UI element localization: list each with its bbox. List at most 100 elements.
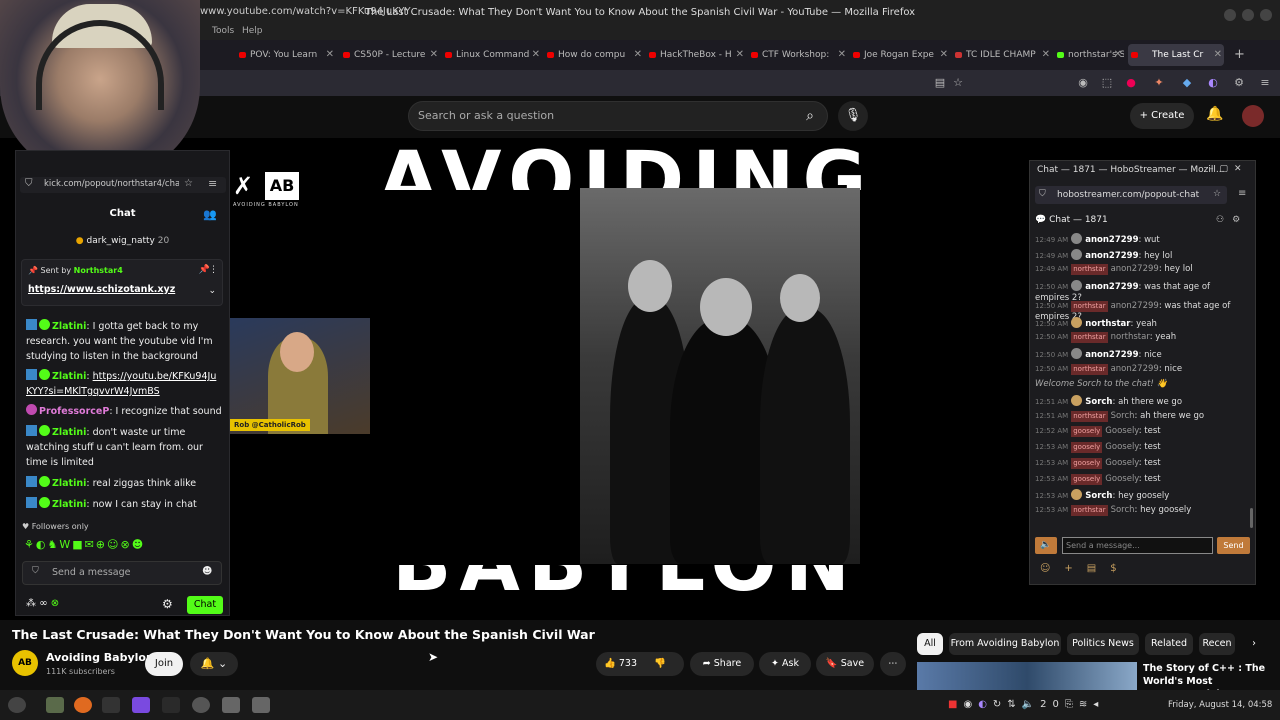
- hobo-relay-user[interactable]: anon27299: [1111, 264, 1159, 274]
- new-tab-button[interactable]: +: [1230, 44, 1250, 66]
- chip-related[interactable]: Related: [1145, 633, 1193, 655]
- dislike-button[interactable]: 👎: [654, 658, 666, 669]
- url-text[interactable]: www.youtube.com/watch?v=KFKu94JuKYY: [200, 6, 411, 17]
- users-icon[interactable]: 👥: [203, 208, 217, 221]
- kick-tools[interactable]: ⁂ ∞ ⊗: [26, 598, 59, 609]
- close-tab-icon[interactable]: ✕: [736, 44, 744, 66]
- hobo-relay-user[interactable]: anon27299: [1111, 301, 1159, 311]
- subscribe-bell-button[interactable]: 🔔 ⌄: [190, 652, 238, 676]
- hobo-username[interactable]: Sorch: [1085, 491, 1112, 501]
- save-button[interactable]: 🔖 Save: [816, 652, 874, 676]
- close-tab-icon[interactable]: ✕: [940, 44, 948, 66]
- maximize-button[interactable]: [1242, 9, 1254, 21]
- obs-icon[interactable]: [192, 697, 210, 713]
- recommendation-title[interactable]: The Story of C++ : The World's Most Cons…: [1143, 662, 1278, 690]
- chip-from-channel[interactable]: From Avoiding Babylon: [949, 633, 1061, 655]
- chat-username[interactable]: Zlatini: [52, 499, 86, 510]
- extension-icon[interactable]: ◆: [1180, 76, 1194, 90]
- discord-icon[interactable]: ◐: [978, 699, 993, 710]
- browser-tab[interactable]: HackTheBox - H ✕: [646, 44, 746, 66]
- clipboard-icon[interactable]: ⎘: [1065, 699, 1079, 710]
- chevron-down-icon[interactable]: ⌄: [208, 286, 216, 296]
- network-icon[interactable]: ⇅: [1007, 699, 1021, 710]
- firefox-icon[interactable]: [74, 697, 92, 713]
- hobo-relay-user[interactable]: Sorch: [1111, 411, 1135, 421]
- start-menu-icon[interactable]: [8, 697, 26, 713]
- menu-icon[interactable]: ≡: [1258, 76, 1272, 90]
- settings-icon[interactable]: ⚙: [1232, 76, 1246, 90]
- hobo-username[interactable]: anon27299: [1085, 251, 1138, 261]
- user-avatar[interactable]: [1242, 105, 1264, 127]
- hobo-relay-user[interactable]: Sorch: [1111, 505, 1135, 515]
- gear-icon[interactable]: ⚙: [162, 597, 173, 611]
- menu-help[interactable]: Help: [242, 26, 263, 36]
- menu-icon[interactable]: ≡: [1238, 188, 1246, 199]
- close-tab-icon[interactable]: ✕: [1042, 44, 1050, 66]
- pinned-message[interactable]: 📌 Sent by Northstar4 https://www.schizot…: [21, 259, 223, 306]
- account-icon[interactable]: ◉: [1076, 76, 1090, 90]
- chat-username[interactable]: Zlatini: [52, 427, 86, 438]
- share-button[interactable]: ➦ Share: [690, 652, 754, 676]
- recommendation-thumbnail[interactable]: [917, 662, 1137, 690]
- hobo-relay-user[interactable]: Goosely: [1105, 458, 1138, 468]
- menu-tools[interactable]: Tools: [212, 26, 234, 36]
- kick-icon[interactable]: ⊗: [51, 598, 59, 609]
- hobo-username[interactable]: northstar: [1085, 319, 1130, 329]
- ask-button[interactable]: ✦ Ask: [759, 652, 811, 676]
- like-button[interactable]: 👍 733: [604, 658, 637, 669]
- browser-tab[interactable]: Joe Rogan Expe ✕: [850, 44, 950, 66]
- join-button[interactable]: Join: [145, 652, 183, 676]
- hobo-username[interactable]: anon27299: [1085, 282, 1138, 292]
- close-tab-icon[interactable]: ✕: [634, 44, 642, 66]
- hobo-relay-user[interactable]: northstar: [1111, 332, 1150, 342]
- wifi-icon[interactable]: ≋: [1079, 699, 1093, 710]
- record-icon[interactable]: ■: [948, 699, 963, 710]
- emote-bar[interactable]: ⚘◐♞W■✉⊕☺⊗☻: [24, 538, 214, 552]
- notifications-bell-icon[interactable]: 🔔: [1206, 106, 1223, 122]
- obsidian-icon[interactable]: [132, 697, 150, 713]
- chip-all[interactable]: All: [917, 633, 943, 655]
- chat-username[interactable]: Zlatini: [52, 321, 86, 332]
- file-manager-icon[interactable]: [46, 697, 64, 713]
- sync-icon[interactable]: ↻: [993, 699, 1007, 710]
- kick-chat-button[interactable]: Chat: [187, 596, 223, 614]
- extension-icon[interactable]: ◐: [1206, 76, 1220, 90]
- microphone-icon[interactable]: 🎙: [838, 101, 868, 131]
- search-icon[interactable]: ⌕: [798, 104, 822, 128]
- channel-avatar[interactable]: AB: [12, 650, 38, 676]
- hobo-relay-user[interactable]: anon27299: [1111, 364, 1159, 374]
- points-icon[interactable]: ⁂: [26, 598, 36, 609]
- browser-tab-active[interactable]: The Last Cr ✕: [1128, 44, 1224, 66]
- kick-top-gifter[interactable]: ● dark_wig_natty 20: [15, 236, 230, 246]
- extension-icon[interactable]: ●: [1124, 76, 1138, 90]
- hobo-url-text[interactable]: hobostreamer.com/popout-chat: [1057, 190, 1199, 200]
- close-tab-icon[interactable]: ✕: [430, 44, 438, 66]
- chat-username[interactable]: Zlatini: [52, 478, 86, 489]
- chip-recent[interactable]: Recen: [1199, 633, 1235, 655]
- terminal-icon[interactable]: [162, 697, 180, 713]
- kick-url-text[interactable]: kick.com/popout/northstar4/chat: [44, 179, 179, 189]
- more-options-icon[interactable]: ⋮: [209, 265, 218, 275]
- chevron-right-icon[interactable]: ›: [1243, 633, 1265, 655]
- hobo-username[interactable]: anon27299: [1085, 350, 1138, 360]
- system-tray[interactable]: ■◉◐↻⇅🔈20⎘≋◂: [948, 699, 1104, 710]
- hobo-username[interactable]: Sorch: [1085, 397, 1112, 407]
- hobo-relay-user[interactable]: Goosely: [1105, 474, 1138, 484]
- hobo-tools[interactable]: ☺+▤$: [1040, 563, 1131, 574]
- speaker-icon[interactable]: ◂: [1093, 699, 1104, 710]
- channel-name[interactable]: Avoiding Babylon: [46, 651, 154, 664]
- close-tab-icon[interactable]: ✕: [838, 44, 846, 66]
- infinity-icon[interactable]: ∞: [39, 598, 47, 609]
- close-window-button[interactable]: [1260, 9, 1272, 21]
- browser-tab[interactable]: northstar's Stre✕: [1054, 44, 1124, 66]
- close-tab-icon[interactable]: ✕: [1214, 44, 1222, 66]
- extension-icon[interactable]: ✦: [1152, 76, 1166, 90]
- reader-view-icon[interactable]: ▤: [933, 76, 947, 90]
- bookmark-star-icon[interactable]: ☆: [1213, 189, 1221, 199]
- menu-icon[interactable]: ≡: [208, 177, 217, 190]
- chip-politics-news[interactable]: Politics News: [1067, 633, 1139, 655]
- more-actions-icon[interactable]: ⋯: [880, 652, 906, 676]
- settings-icon[interactable]: [222, 697, 240, 713]
- hobo-relay-user[interactable]: Goosely: [1105, 426, 1138, 436]
- close-tab-icon[interactable]: ✕: [326, 44, 334, 66]
